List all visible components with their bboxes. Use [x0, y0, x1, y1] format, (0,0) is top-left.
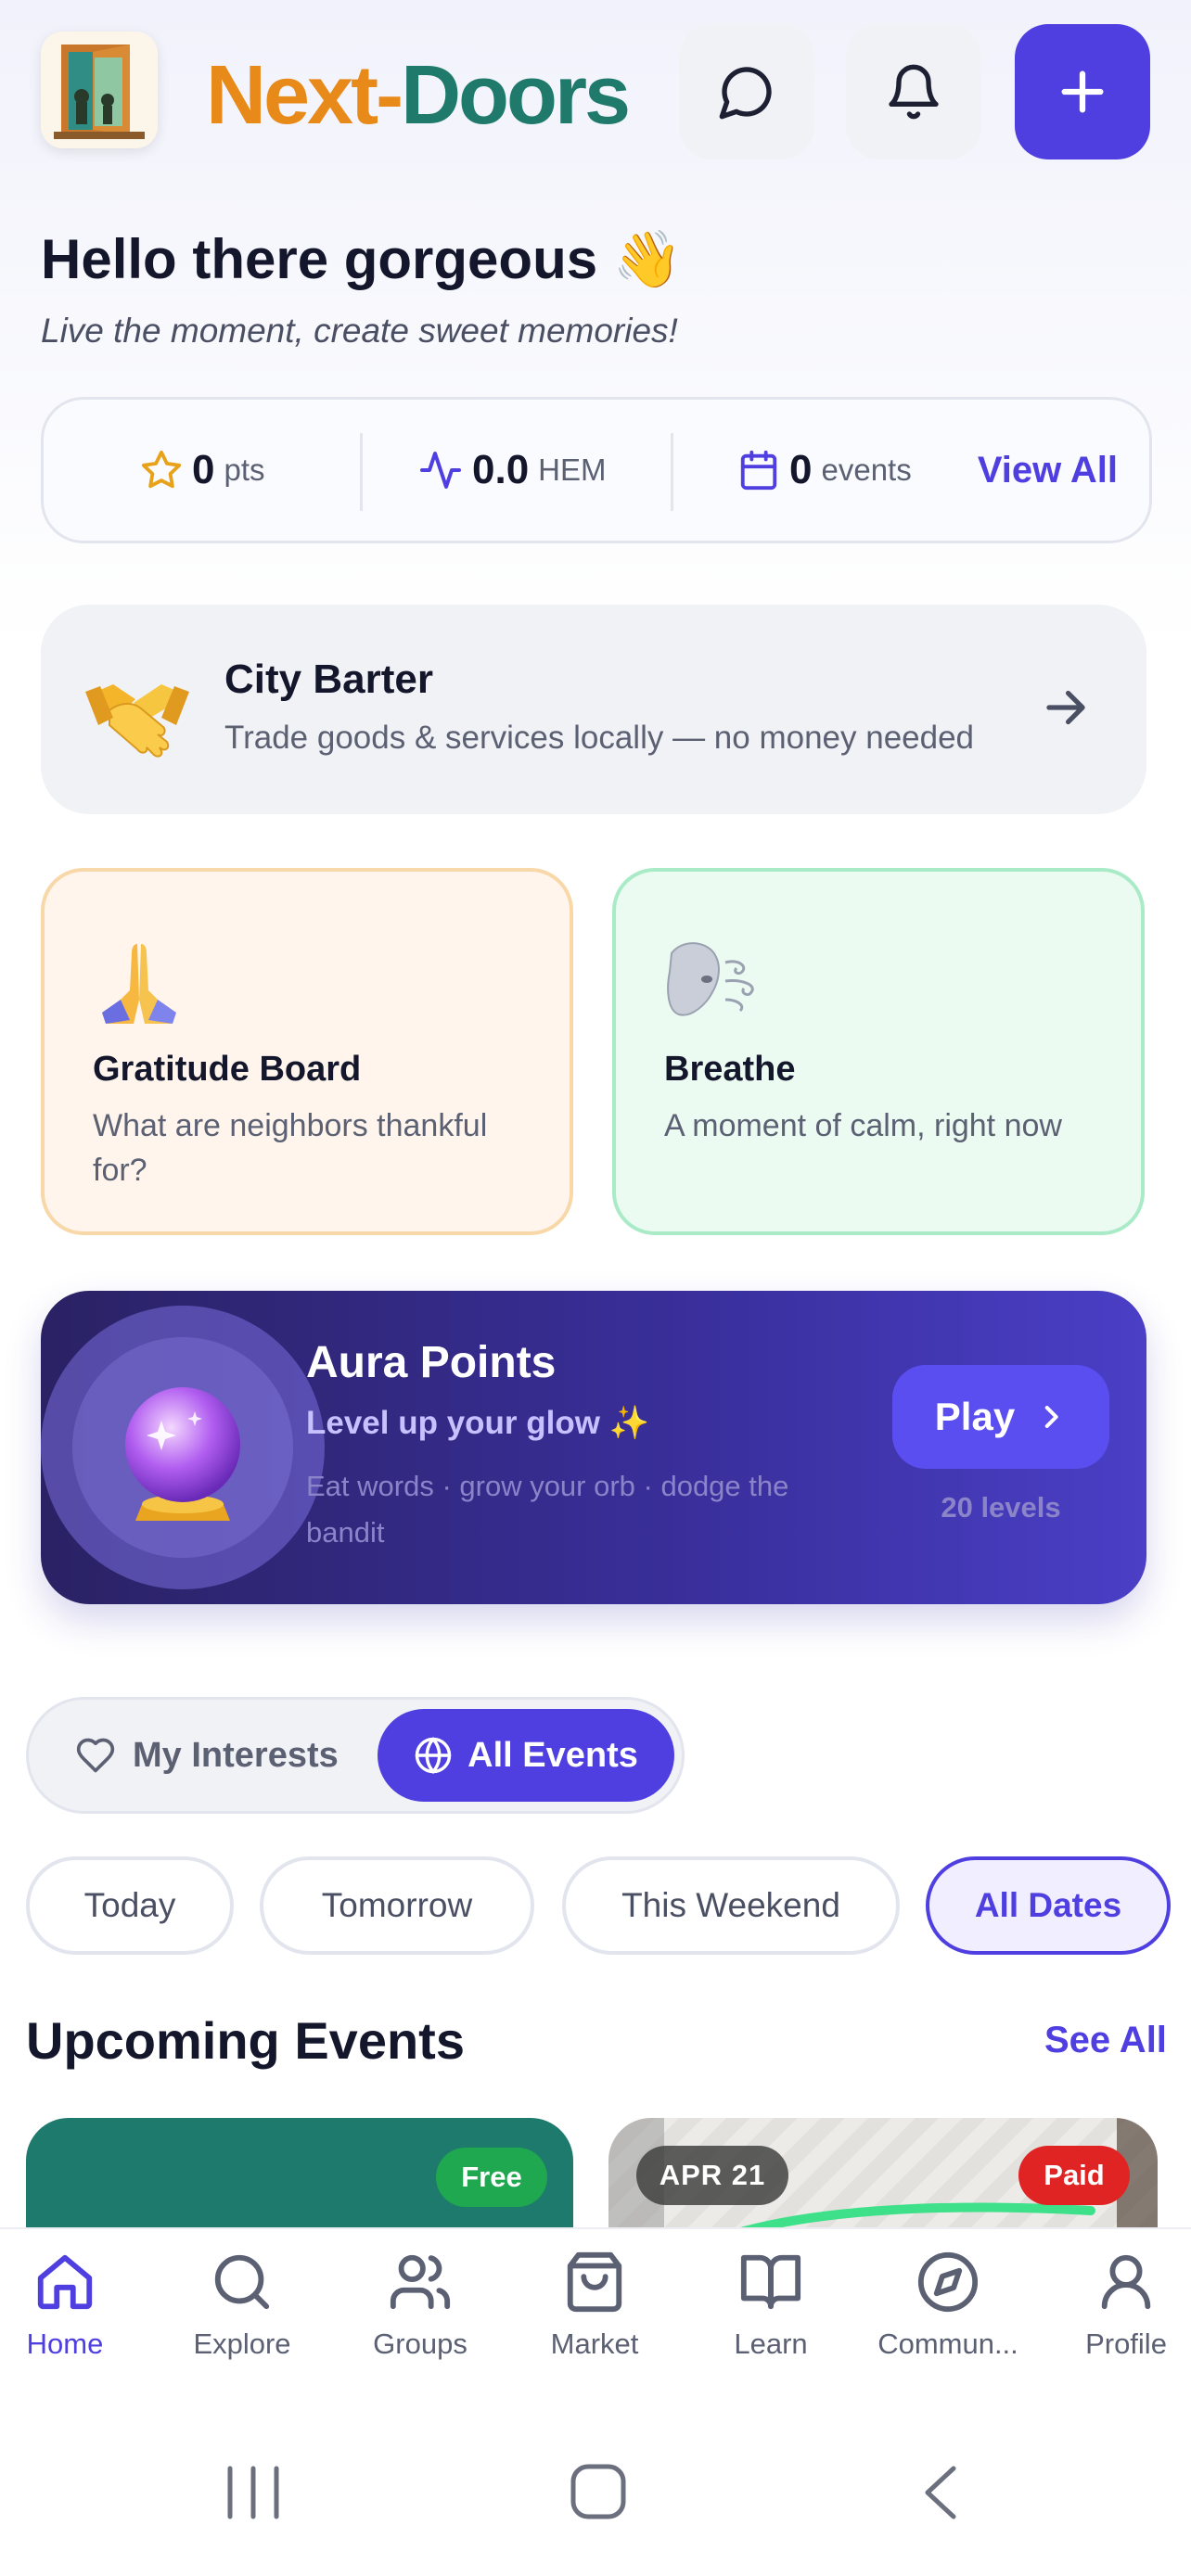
aura-description: Eat words · grow your orb · dodge the ba… — [306, 1470, 789, 1549]
globe-icon — [415, 1737, 452, 1775]
aura-points-banner[interactable]: Aura Points Level up your glow ✨ Eat wor… — [41, 1291, 1146, 1604]
interests-events-toggle: My Interests All Events — [26, 1697, 685, 1814]
home-icon — [37, 2254, 93, 2310]
chip-today[interactable]: Today — [26, 1856, 234, 1955]
shopping-bag-icon — [567, 2251, 622, 2313]
nav-label: Home — [26, 2327, 104, 2360]
nav-label: Market — [550, 2327, 639, 2360]
chevron-right-icon — [1044, 1406, 1058, 1428]
chip-this-weekend[interactable]: This Weekend — [562, 1856, 900, 1955]
stat-hem: 0.0 HEM — [418, 400, 607, 541]
upcoming-events-title: Upcoming Events — [26, 2011, 465, 2070]
gratitude-subtitle: What are neighbors thankful for? — [93, 1108, 488, 1188]
points-value: 0 — [192, 447, 215, 492]
nav-label: Learn — [734, 2327, 808, 2360]
points-unit: pts — [224, 453, 265, 487]
see-all-link[interactable]: See All — [1044, 2020, 1167, 2061]
nav-learn[interactable]: Learn — [687, 2250, 854, 2361]
stat-points: 0 pts — [140, 400, 265, 541]
praying-hands-icon — [93, 935, 186, 1027]
aura-tagline: Level up your glow ✨ — [306, 1405, 650, 1441]
door-logo-icon — [41, 32, 158, 148]
back-icon[interactable] — [918, 2465, 965, 2520]
crystal-ball-icon — [125, 1387, 240, 1521]
stat-divider — [671, 433, 673, 511]
my-interests-label: My Interests — [133, 1735, 339, 1775]
nav-profile[interactable]: Profile — [1043, 2250, 1191, 2361]
all-events-tab[interactable]: All Events — [378, 1709, 674, 1802]
gratitude-title: Gratitude Board — [93, 1050, 362, 1089]
greeting-subtitle: Live the moment, create sweet memories! — [41, 312, 678, 350]
paid-badge: Paid — [1018, 2146, 1130, 2205]
nav-explore[interactable]: Explore — [159, 2250, 326, 2361]
events-value: 0 — [789, 447, 813, 492]
nav-groups[interactable]: Groups — [337, 2250, 504, 2361]
hem-unit: HEM — [538, 453, 607, 487]
user-icon — [1101, 2254, 1151, 2310]
users-icon — [390, 2254, 451, 2310]
bottom-navigation: Home Explore Groups Market Learn Commun.… — [0, 2227, 1191, 2411]
play-button[interactable]: Play — [892, 1365, 1109, 1469]
book-icon — [740, 2254, 801, 2310]
plus-icon — [1061, 70, 1104, 113]
gratitude-board-card[interactable]: Gratitude Board What are neighbors thank… — [41, 868, 573, 1235]
stat-events: 0 events — [737, 400, 912, 541]
hem-value: 0.0 — [472, 447, 530, 492]
greeting-title: Hello there gorgeous 👋 — [41, 228, 683, 290]
wind-face-icon — [664, 935, 757, 1027]
nav-home[interactable]: Home — [0, 2250, 148, 2361]
notifications-button[interactable] — [846, 24, 981, 159]
arrow-right-icon — [1046, 690, 1085, 725]
messages-button[interactable] — [679, 24, 814, 159]
barter-subtitle: Trade goods & services locally — no mone… — [224, 720, 975, 756]
system-navigation-bar — [0, 2409, 1191, 2576]
bell-icon — [889, 64, 939, 120]
nav-community[interactable]: Commun... — [864, 2250, 1031, 2361]
app-title-doors: Doors — [401, 49, 631, 142]
nav-label: Profile — [1085, 2327, 1167, 2360]
chat-icon — [719, 67, 772, 120]
city-barter-card[interactable]: City Barter Trade goods & services local… — [41, 605, 1146, 814]
barter-title: City Barter — [224, 657, 433, 702]
heart-icon — [76, 1738, 115, 1773]
levels-count: 20 levels — [941, 1491, 1061, 1524]
home-system-icon[interactable] — [570, 2463, 627, 2520]
all-events-label: All Events — [467, 1735, 638, 1775]
my-interests-tab[interactable]: My Interests — [75, 1700, 339, 1811]
app-title: Next-Doors — [206, 45, 631, 147]
recent-apps-icon[interactable] — [223, 2465, 284, 2520]
view-all-link[interactable]: View All — [978, 400, 1118, 541]
nav-label: Groups — [373, 2327, 467, 2360]
nav-label: Commun... — [877, 2327, 1018, 2360]
event-date-badge: APR 21 — [636, 2146, 788, 2205]
free-badge: Free — [436, 2148, 547, 2207]
nav-market[interactable]: Market — [511, 2250, 678, 2361]
events-unit: events — [821, 453, 912, 487]
stats-bar: 0 pts 0.0 HEM 0 events View All — [41, 397, 1152, 543]
app-title-dash: - — [376, 49, 403, 142]
handshake-icon — [82, 658, 193, 760]
stat-divider — [360, 433, 363, 511]
breathe-card[interactable]: Breathe A moment of calm, right now — [612, 868, 1145, 1235]
compass-icon — [917, 2251, 979, 2313]
play-label: Play — [934, 1395, 1016, 1438]
chip-tomorrow[interactable]: Tomorrow — [260, 1856, 534, 1955]
star-icon — [141, 450, 182, 489]
chip-all-dates[interactable]: All Dates — [926, 1856, 1171, 1955]
create-button[interactable] — [1015, 24, 1150, 159]
aura-title: Aura Points — [306, 1338, 557, 1387]
breathe-subtitle: A moment of calm, right now — [664, 1108, 1062, 1143]
calendar-icon — [740, 450, 777, 491]
app-logo[interactable] — [41, 32, 158, 148]
nav-label: Explore — [193, 2327, 291, 2360]
app-title-next: Next — [206, 49, 378, 142]
search-icon — [214, 2254, 270, 2310]
activity-icon — [420, 452, 461, 489]
breathe-title: Breathe — [664, 1050, 796, 1089]
